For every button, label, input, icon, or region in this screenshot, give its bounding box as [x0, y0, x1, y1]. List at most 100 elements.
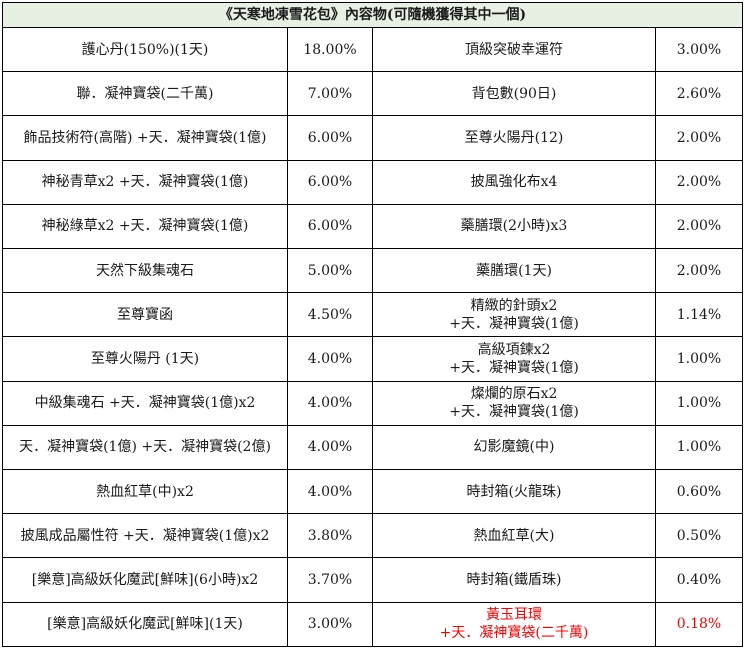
right-item-cell: 幻影魔鏡(中)	[372, 424, 656, 471]
content-table: 《天寒地凍雪花包》內容物(可隨機獲得其中一個) 護心丹(150%)(1天) 18.…	[2, 2, 743, 648]
right-item-name: 藥膳環(1天)	[476, 262, 552, 279]
right-item-name: 精緻的針頭x2	[470, 297, 558, 314]
right-probability: 0.18%	[655, 601, 743, 648]
left-item-cell: 天然下級集魂石	[2, 248, 288, 294]
right-item-name: 黃玉耳環	[486, 607, 542, 624]
right-probability: 2.60%	[655, 71, 743, 117]
left-item-cell: 至尊寶函	[2, 292, 288, 338]
right-item-name: +天．凝神寶袋(1億)	[449, 315, 579, 332]
left-item-name: 披風成品屬性符 +天．凝神寶袋(1億)x2	[20, 527, 270, 544]
table-row: [樂意]高級妖化魔武[鮮味](1天) 3.00% 黃玉耳環 +天．凝神寶袋(二千萬) 0…	[2, 601, 743, 648]
left-item-cell: 護心丹(150%)(1天)	[2, 26, 288, 73]
right-item-name: 時封箱(火龍珠)	[466, 483, 562, 500]
left-probability: 4.00%	[287, 424, 373, 471]
right-item-name: +天．凝神寶袋(1億)	[449, 404, 579, 421]
left-item-name: 天．凝神寶袋(1億) +天．凝神寶袋(2億)	[19, 439, 271, 456]
table-row: 天然下級集魂石 5.00% 藥膳環(1天) 2.00%	[2, 248, 743, 294]
left-item-name: 天然下級集魂石	[96, 262, 194, 279]
right-item-cell: 頂級突破幸運符	[372, 26, 656, 73]
left-probability: 4.00%	[287, 469, 373, 515]
right-probability: 3.00%	[655, 26, 743, 73]
table-body: 護心丹(150%)(1天) 18.00% 頂級突破幸運符 3.00% 聯．凝神寶袋(二千…	[2, 26, 743, 648]
left-item-cell: 聯．凝神寶袋(二千萬)	[2, 71, 288, 117]
content-table-wrapper: 《天寒地凍雪花包》內容物(可隨機獲得其中一個) 護心丹(150%)(1天) 18.…	[2, 2, 743, 648]
left-probability: 7.00%	[287, 71, 373, 117]
left-item-name: 飾品技術符(高階) +天．凝神寶袋(1億)	[23, 130, 267, 146]
right-item-name: 背包數(90日)	[471, 85, 557, 102]
right-item-name: 時封箱(鐵盾珠)	[466, 572, 562, 589]
right-item-name: +天．凝神寶袋(二千萬)	[439, 625, 589, 642]
right-probability: 2.00%	[655, 203, 743, 250]
left-item-name: 中級集魂石 +天．凝神寶袋(1億)x2	[34, 395, 256, 412]
left-item-cell: [樂意]高級妖化魔武[鮮味](6小時)x2	[2, 557, 288, 603]
table-row: 至尊寶函 4.50% 精緻的針頭x2 +天．凝神寶袋(1億) 1.14%	[2, 292, 743, 338]
left-item-name: 神秘青草x2 +天．凝神寶袋(1億)	[41, 174, 249, 191]
right-item-cell: 高級項鍊x2 +天．凝神寶袋(1億)	[372, 336, 656, 382]
right-probability: 1.00%	[655, 424, 743, 471]
right-item-name: 披風強化布x4	[470, 174, 558, 191]
left-item-cell: 飾品技術符(高階) +天．凝神寶袋(1億)	[2, 115, 288, 161]
left-probability: 5.00%	[287, 248, 373, 294]
right-item-cell: 黃玉耳環 +天．凝神寶袋(二千萬)	[372, 601, 656, 648]
right-item-name: 頂級突破幸運符	[465, 41, 563, 58]
right-item-name: 熱血紅草(大)	[473, 527, 555, 544]
left-item-name: 護心丹(150%)(1天)	[81, 41, 209, 58]
left-item-cell: 神秘青草x2 +天．凝神寶袋(1億)	[2, 159, 288, 205]
left-probability: 18.00%	[287, 26, 373, 73]
right-item-cell: 至尊火陽丹(12)	[372, 115, 656, 161]
right-item-cell: 背包數(90日)	[372, 71, 656, 117]
table-row: [樂意]高級妖化魔武[鮮味](6小時)x2 3.70% 時封箱(鐵盾珠) 0.40%	[2, 557, 743, 603]
table-row: 天．凝神寶袋(1億) +天．凝神寶袋(2億) 4.00% 幻影魔鏡(中) 1.00%	[2, 424, 743, 471]
right-item-name: +天．凝神寶袋(1億)	[449, 360, 579, 377]
table-row: 熱血紅草(中)x2 4.00% 時封箱(火龍珠) 0.60%	[2, 469, 743, 515]
table-title: 《天寒地凍雪花包》內容物(可隨機獲得其中一個)	[2, 2, 743, 28]
left-probability: 6.00%	[287, 159, 373, 205]
left-item-name: 至尊火陽丹 (1天)	[90, 351, 200, 368]
left-item-cell: 至尊火陽丹 (1天)	[2, 336, 288, 382]
left-item-name: [樂意]高級妖化魔武[鮮味](1天)	[47, 616, 243, 633]
left-item-name: 熱血紅草(中)x2	[96, 483, 194, 500]
right-probability: 1.14%	[655, 292, 743, 338]
right-probability: 1.00%	[655, 380, 743, 426]
left-item-name: 至尊寶函	[117, 306, 173, 323]
left-probability: 3.70%	[287, 557, 373, 603]
table-row: 護心丹(150%)(1天) 18.00% 頂級突破幸運符 3.00%	[2, 26, 743, 73]
right-item-cell: 時封箱(鐵盾珠)	[372, 557, 656, 603]
right-probability: 2.00%	[655, 115, 743, 161]
right-item-cell: 披風強化布x4	[372, 159, 656, 205]
right-probability: 0.40%	[655, 557, 743, 603]
table-row: 至尊火陽丹 (1天) 4.00% 高級項鍊x2 +天．凝神寶袋(1億) 1.00%	[2, 336, 743, 382]
left-item-cell: 披風成品屬性符 +天．凝神寶袋(1億)x2	[2, 513, 288, 559]
table-row: 聯．凝神寶袋(二千萬) 7.00% 背包數(90日) 2.60%	[2, 71, 743, 117]
left-probability: 4.00%	[287, 336, 373, 382]
table-row: 神秘綠草x2 +天．凝神寶袋(1億) 6.00% 藥膳環(2小時)x3 2.00%	[2, 203, 743, 250]
right-probability: 1.00%	[655, 336, 743, 382]
left-probability: 6.00%	[287, 203, 373, 250]
table-title-row: 《天寒地凍雪花包》內容物(可隨機獲得其中一個)	[2, 2, 743, 28]
left-probability: 6.00%	[287, 115, 373, 161]
right-item-name: 幻影魔鏡(中)	[473, 439, 555, 456]
right-probability: 2.00%	[655, 248, 743, 294]
right-probability: 0.60%	[655, 469, 743, 515]
left-item-cell: 天．凝神寶袋(1億) +天．凝神寶袋(2億)	[2, 424, 288, 471]
right-item-name: 至尊火陽丹(12)	[464, 130, 564, 146]
left-item-name: 神秘綠草x2 +天．凝神寶袋(1億)	[41, 218, 249, 235]
right-item-cell: 時封箱(火龍珠)	[372, 469, 656, 515]
right-probability: 0.50%	[655, 513, 743, 559]
left-item-cell: 神秘綠草x2 +天．凝神寶袋(1億)	[2, 203, 288, 250]
left-probability: 4.00%	[287, 380, 373, 426]
right-item-name: 高級項鍊x2	[477, 342, 551, 359]
right-item-name: 燦爛的原石x2	[470, 386, 558, 403]
left-probability: 3.00%	[287, 601, 373, 648]
right-item-cell: 燦爛的原石x2 +天．凝神寶袋(1億)	[372, 380, 656, 426]
right-item-cell: 藥膳環(1天)	[372, 248, 656, 294]
left-probability: 4.50%	[287, 292, 373, 338]
left-item-name: 聯．凝神寶袋(二千萬)	[76, 85, 214, 102]
left-probability: 3.80%	[287, 513, 373, 559]
table-row: 披風成品屬性符 +天．凝神寶袋(1億)x2 3.80% 熱血紅草(大) 0.50%	[2, 513, 743, 559]
left-item-cell: 中級集魂石 +天．凝神寶袋(1億)x2	[2, 380, 288, 426]
right-item-cell: 精緻的針頭x2 +天．凝神寶袋(1億)	[372, 292, 656, 338]
right-item-cell: 熱血紅草(大)	[372, 513, 656, 559]
right-item-cell: 藥膳環(2小時)x3	[372, 203, 656, 250]
right-probability: 2.00%	[655, 159, 743, 205]
